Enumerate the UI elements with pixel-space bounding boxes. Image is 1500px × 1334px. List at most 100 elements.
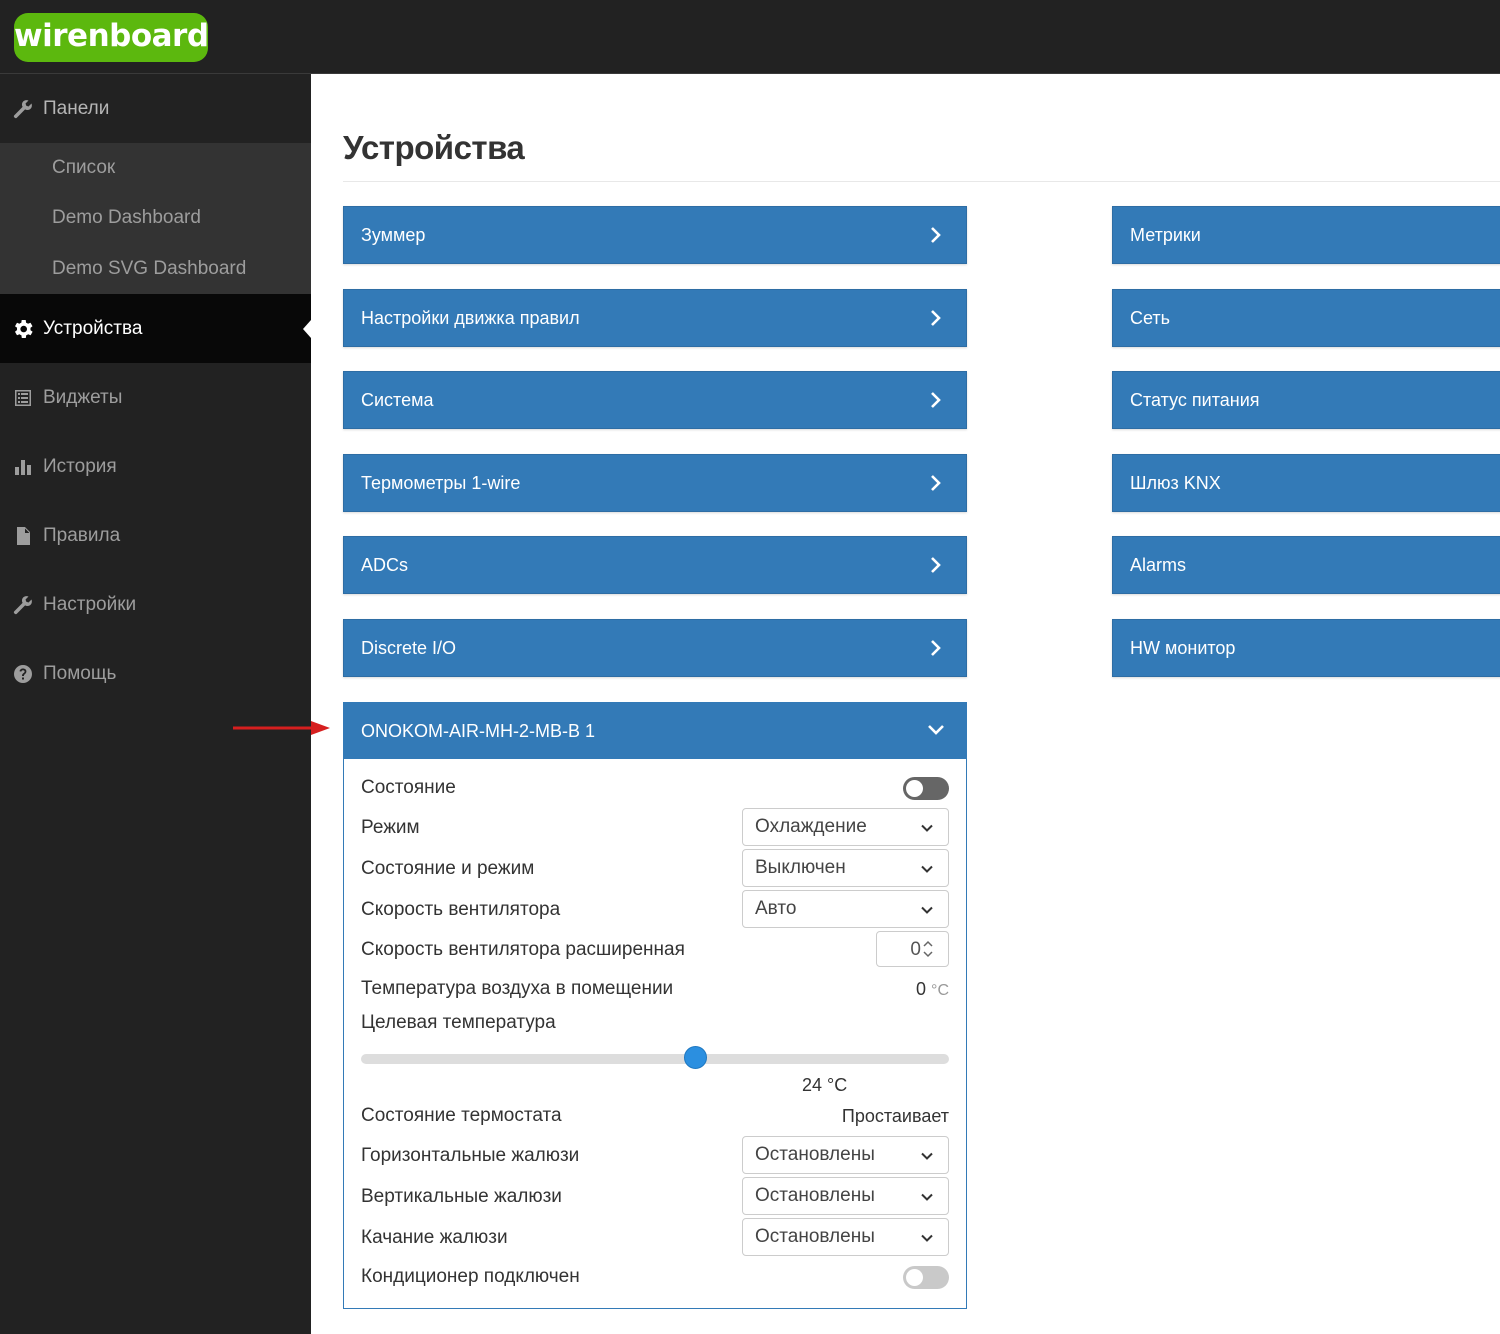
chevron-down-icon — [921, 1152, 933, 1160]
connected-toggle[interactable] — [903, 1266, 949, 1289]
device-card-label: HW монитор — [1130, 637, 1236, 658]
control-label: Целевая температура — [361, 1012, 556, 1033]
control-row-connected: Кондиционер подключен — [361, 1266, 949, 1292]
active-indicator — [303, 320, 311, 338]
select-value: Остановлены — [755, 1226, 875, 1247]
sidebar-item-settings[interactable]: Настройки — [0, 570, 311, 639]
submenu-item-demo-svg-dashboard[interactable]: Demo SVG Dashboard — [0, 244, 311, 295]
room-temp-value: 0 — [916, 979, 927, 999]
gear-icon — [12, 318, 34, 340]
device-card-alarms[interactable]: Alarms — [1112, 536, 1500, 594]
sidebar-item-label: Виджеты — [43, 386, 123, 408]
sidebar-item-history[interactable]: История — [0, 432, 311, 501]
device-card-rule-engine[interactable]: Настройки движка правил — [343, 289, 967, 347]
device-card-buzzer[interactable]: Зуммер — [343, 206, 967, 264]
bar-chart-icon — [12, 456, 34, 478]
horizontal-blinds-select[interactable]: Остановлены — [742, 1136, 949, 1174]
help-icon — [12, 663, 34, 685]
control-label: Скорость вентилятора — [361, 899, 561, 920]
control-row-state: Состояние — [361, 777, 949, 803]
control-label: Качание жалюзи — [361, 1227, 508, 1248]
fan-speed-select[interactable]: Авто — [742, 890, 949, 928]
title-divider — [343, 181, 1500, 182]
control-row-thermostat: Состояние термостата Простаивает — [361, 1105, 949, 1129]
select-value: Остановлены — [755, 1185, 875, 1206]
select-value: Выключен — [755, 857, 846, 878]
submenu-item-list[interactable]: Список — [0, 143, 311, 193]
device-card-discrete-io[interactable]: Discrete I/O — [343, 619, 967, 677]
device-card-network[interactable]: Сеть — [1112, 289, 1500, 347]
control-row-swing: Качание жалюзи Остановлены — [361, 1218, 949, 1258]
device-card-label: Статус питания — [1130, 389, 1260, 410]
control-label: Состояние — [361, 777, 456, 798]
control-label: Температура воздуха в помещении — [361, 978, 674, 999]
swing-select[interactable]: Остановлены — [742, 1218, 949, 1256]
device-card-hw-monitor[interactable]: HW монитор — [1112, 619, 1500, 677]
mode-select[interactable]: Охлаждение — [742, 808, 949, 846]
device-card-label: Термометры 1-wire — [361, 472, 521, 493]
control-label: Состояние и режим — [361, 858, 535, 879]
control-label: Кондиционер подключен — [361, 1266, 580, 1287]
sidebar-item-rules[interactable]: Правила — [0, 501, 311, 570]
control-row-horizontal-blinds: Горизонтальные жалюзи Остановлены — [361, 1136, 949, 1176]
target-temp-slider-handle[interactable] — [684, 1046, 708, 1069]
fan-speed-ext-input[interactable]: 0 — [876, 931, 949, 967]
sidebar-item-panels[interactable]: Панели — [0, 74, 311, 143]
input-value: 0 — [910, 939, 921, 960]
device-card-system[interactable]: Система — [343, 371, 967, 429]
chevron-right-icon — [926, 473, 946, 493]
room-temp-unit: °C — [931, 982, 949, 999]
device-card-knx[interactable]: Шлюз KNX — [1112, 454, 1500, 512]
device-panel-title: ONOKOM-AIR-MH-2-MB-B 1 — [361, 720, 595, 741]
sidebar-item-label: История — [43, 455, 117, 477]
device-card-label: ADCs — [361, 554, 409, 575]
sidebar-item-label: Панели — [43, 97, 110, 119]
target-temp-slider-track[interactable] — [361, 1054, 949, 1064]
device-card-power-status[interactable]: Статус питания — [1112, 371, 1500, 429]
spinner-arrows-icon[interactable] — [922, 938, 934, 960]
chevron-right-icon — [926, 225, 946, 245]
sidebar: Панели Список Demo Dashboard Demo SVG Da… — [0, 74, 311, 1334]
panels-submenu: Список Demo Dashboard Demo SVG Dashboard — [0, 143, 311, 294]
device-panel-header[interactable]: ONOKOM-AIR-MH-2-MB-B 1 — [344, 703, 966, 759]
control-row-state-mode: Состояние и режим Выключен — [361, 849, 949, 889]
device-card-label: Сеть — [1130, 307, 1171, 328]
state-mode-select[interactable]: Выключен — [742, 849, 949, 887]
select-value: Охлаждение — [755, 816, 867, 837]
device-card-metrics[interactable]: Метрики — [1112, 206, 1500, 264]
file-icon — [12, 525, 34, 547]
control-row-target-temp: Целевая температура — [361, 1012, 949, 1036]
device-card-1wire[interactable]: Термометры 1-wire — [343, 454, 967, 512]
top-navbar: wirenboard — [0, 0, 1500, 74]
device-card-label: Зуммер — [361, 224, 426, 245]
sidebar-item-help[interactable]: Помощь — [0, 639, 311, 708]
submenu-item-demo-dashboard[interactable]: Demo Dashboard — [0, 193, 311, 244]
control-label: Горизонтальные жалюзи — [361, 1145, 580, 1166]
control-label: Скорость вентилятора расширенная — [361, 939, 685, 960]
wirenboard-logo[interactable]: wirenboard — [14, 13, 209, 62]
sidebar-item-label: Настройки — [43, 593, 137, 615]
wrench-icon — [12, 98, 34, 120]
device-card-label: Система — [361, 389, 434, 410]
chevron-down-icon — [921, 865, 933, 873]
sidebar-item-widgets[interactable]: Виджеты — [0, 363, 311, 432]
device-panel-onokom: ONOKOM-AIR-MH-2-MB-B 1 Состояние Режим О… — [343, 702, 967, 1309]
control-label: Режим — [361, 817, 420, 838]
control-row-room-temp: Температура воздуха в помещении 0 °C — [361, 978, 949, 1002]
chevron-right-icon — [926, 390, 946, 410]
device-card-label: Alarms — [1130, 554, 1187, 575]
chevron-right-icon — [926, 308, 946, 328]
chevron-down-icon — [921, 906, 933, 914]
vertical-blinds-select[interactable]: Остановлены — [742, 1177, 949, 1215]
thermostat-status: Простаивает — [841, 1106, 949, 1126]
sidebar-item-label: Правила — [43, 524, 121, 546]
chevron-down-icon — [921, 824, 933, 832]
device-card-adcs[interactable]: ADCs — [343, 536, 967, 594]
device-card-label: Шлюз KNX — [1130, 472, 1221, 493]
wrench-icon — [12, 594, 34, 616]
sidebar-item-label: Помощь — [43, 662, 117, 684]
sidebar-item-devices[interactable]: Устройства — [0, 294, 311, 363]
control-label: Вертикальные жалюзи — [361, 1186, 562, 1207]
chevron-right-icon — [926, 555, 946, 575]
state-toggle[interactable] — [903, 777, 949, 800]
